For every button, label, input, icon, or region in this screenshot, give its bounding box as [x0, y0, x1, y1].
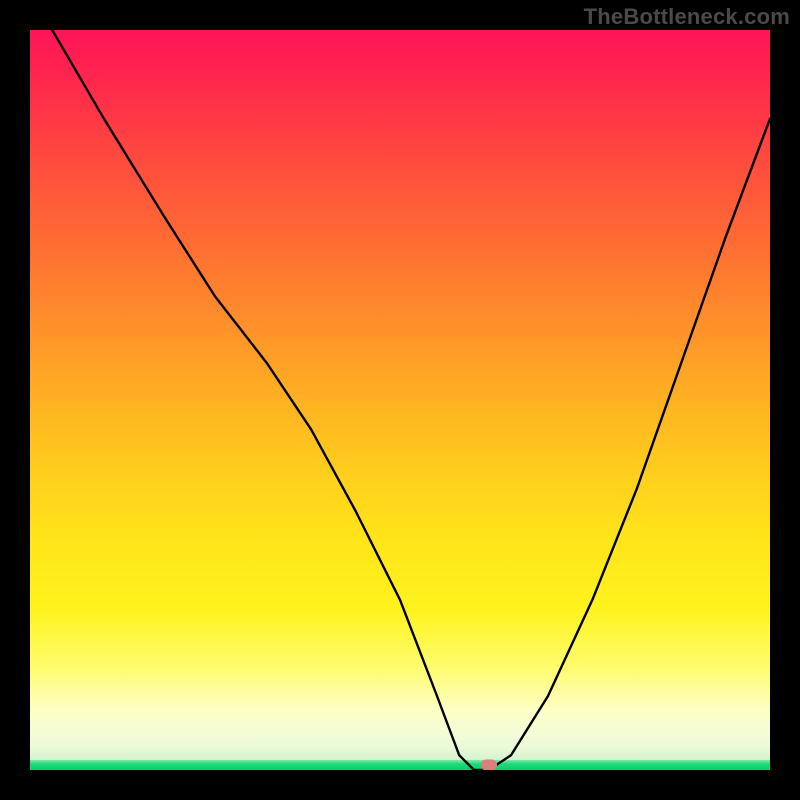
curve-path: [52, 30, 770, 770]
plot-area: [30, 30, 770, 770]
chart-frame: TheBottleneck.com: [0, 0, 800, 800]
optimal-point-marker: [481, 759, 497, 770]
bottleneck-curve: [30, 30, 770, 770]
watermark-text: TheBottleneck.com: [584, 4, 790, 30]
